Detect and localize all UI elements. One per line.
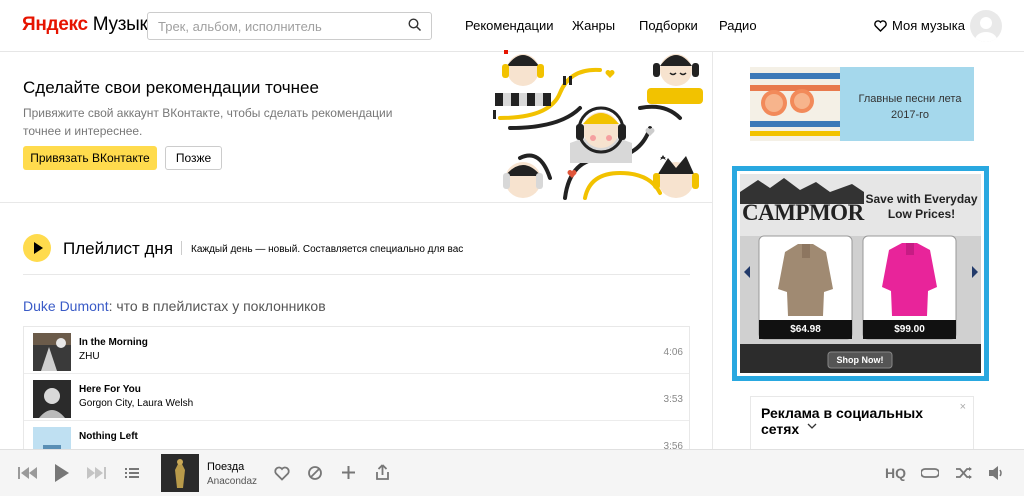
campmor-tagline: Save with Everyday Low Prices! [865, 192, 978, 221]
fans-heading: Duke Dumont: что в плейлистах у поклонни… [23, 298, 326, 314]
hq-toggle[interactable]: HQ [885, 465, 906, 481]
promo-title: Сделайте свои рекомендации точнее [23, 78, 319, 97]
track-row[interactable]: Here For You Gorgon City, Laura Welsh 3:… [24, 374, 689, 421]
heart-icon [874, 20, 887, 32]
playlist-of-day-title[interactable]: Плейлист дня [63, 239, 173, 259]
now-playing-cover[interactable] [161, 454, 199, 492]
album-cover [33, 380, 71, 418]
nav-collections[interactable]: Подборки [639, 18, 698, 33]
track-title: Here For You [79, 384, 141, 395]
separator [181, 241, 182, 255]
nav-recommendations[interactable]: Рекомендации [465, 18, 554, 33]
column-divider [712, 52, 713, 449]
fans-text: : что в плейлистах у поклонников [108, 298, 326, 314]
shuffle-icon[interactable] [955, 466, 973, 480]
track-title: In the Morning [79, 337, 148, 348]
track-duration: 4:06 [663, 347, 683, 358]
add-icon[interactable] [341, 465, 356, 480]
promo-description: Привяжите свой аккаунт ВКонтакте, чтобы … [23, 106, 393, 138]
album-cover [33, 333, 71, 371]
search-input[interactable] [147, 12, 432, 40]
track-artist[interactable]: ZHU [79, 351, 100, 362]
nav-genres[interactable]: Жанры [572, 18, 615, 33]
chevron-down-icon[interactable] [807, 422, 817, 430]
repeat-icon[interactable] [921, 466, 939, 480]
playlist-icon[interactable] [125, 466, 139, 480]
price-2: $99.00 [894, 324, 925, 335]
summer-hits-text: Главные песни лета 2017-го [858, 93, 962, 121]
my-music-label: Моя музыка [892, 18, 965, 33]
play-icon[interactable] [53, 463, 71, 483]
section-divider [0, 202, 712, 203]
beach-towel-image [750, 67, 840, 141]
section-divider [23, 274, 690, 275]
track-row[interactable]: In the Morning ZHU 4:06 [24, 327, 689, 374]
next-icon[interactable] [85, 466, 107, 480]
playlist-of-day-subtitle: Каждый день — новый. Составляется специа… [191, 244, 464, 255]
nav-radio[interactable]: Радио [719, 18, 757, 33]
player-bar: Поезда Anacondaz HQ [0, 449, 1024, 496]
now-playing-artist[interactable]: Anacondaz [207, 476, 257, 487]
campmor-ad[interactable]: CAMPMOR Save with Everyday Low Prices! $… [732, 166, 989, 381]
later-button[interactable]: Позже [165, 146, 222, 170]
my-music-link[interactable]: Моя музыка [874, 18, 965, 33]
logo[interactable]: Яндекс Музыка [22, 14, 158, 36]
play-playlist-button[interactable] [23, 234, 51, 262]
summer-hits-banner[interactable]: Главные песни лета 2017-го [750, 67, 974, 141]
social-ad-title: Реклама в социальных сетях [761, 405, 924, 437]
search-icon[interactable] [408, 18, 422, 32]
social-ad-block[interactable]: Реклама в социальных сетях × [750, 396, 974, 456]
price-1: $64.98 [790, 324, 821, 335]
block-icon[interactable] [307, 465, 323, 481]
play-icon [34, 242, 43, 254]
track-list: In the Morning ZHU 4:06 Here For You Gor… [23, 326, 690, 456]
artist-link[interactable]: Duke Dumont [23, 298, 109, 314]
header: Яндекс Музыка Рекомендации Жанры Подборк… [0, 0, 1024, 52]
campmor-logo: CAMPMOR [742, 200, 864, 225]
logo-yandex: Яндекс [22, 14, 88, 35]
now-playing-title[interactable]: Поезда [207, 461, 244, 473]
share-icon[interactable] [375, 464, 390, 481]
bind-vk-button[interactable]: Привязать ВКонтакте [23, 146, 157, 170]
track-artist[interactable]: Gorgon City, Laura Welsh [79, 398, 193, 409]
campmor-ad-body: CAMPMOR Save with Everyday Low Prices! $… [740, 174, 981, 373]
promo-illustration [493, 50, 703, 200]
track-title: Nothing Left [79, 431, 138, 442]
user-icon [975, 17, 997, 42]
avatar[interactable] [970, 10, 1002, 42]
previous-icon[interactable] [17, 466, 39, 480]
like-icon[interactable] [274, 466, 290, 481]
volume-icon[interactable] [988, 465, 1006, 481]
shop-now-button[interactable]: Shop Now! [828, 355, 892, 365]
track-duration: 3:53 [663, 394, 683, 405]
close-icon[interactable]: × [960, 401, 966, 413]
